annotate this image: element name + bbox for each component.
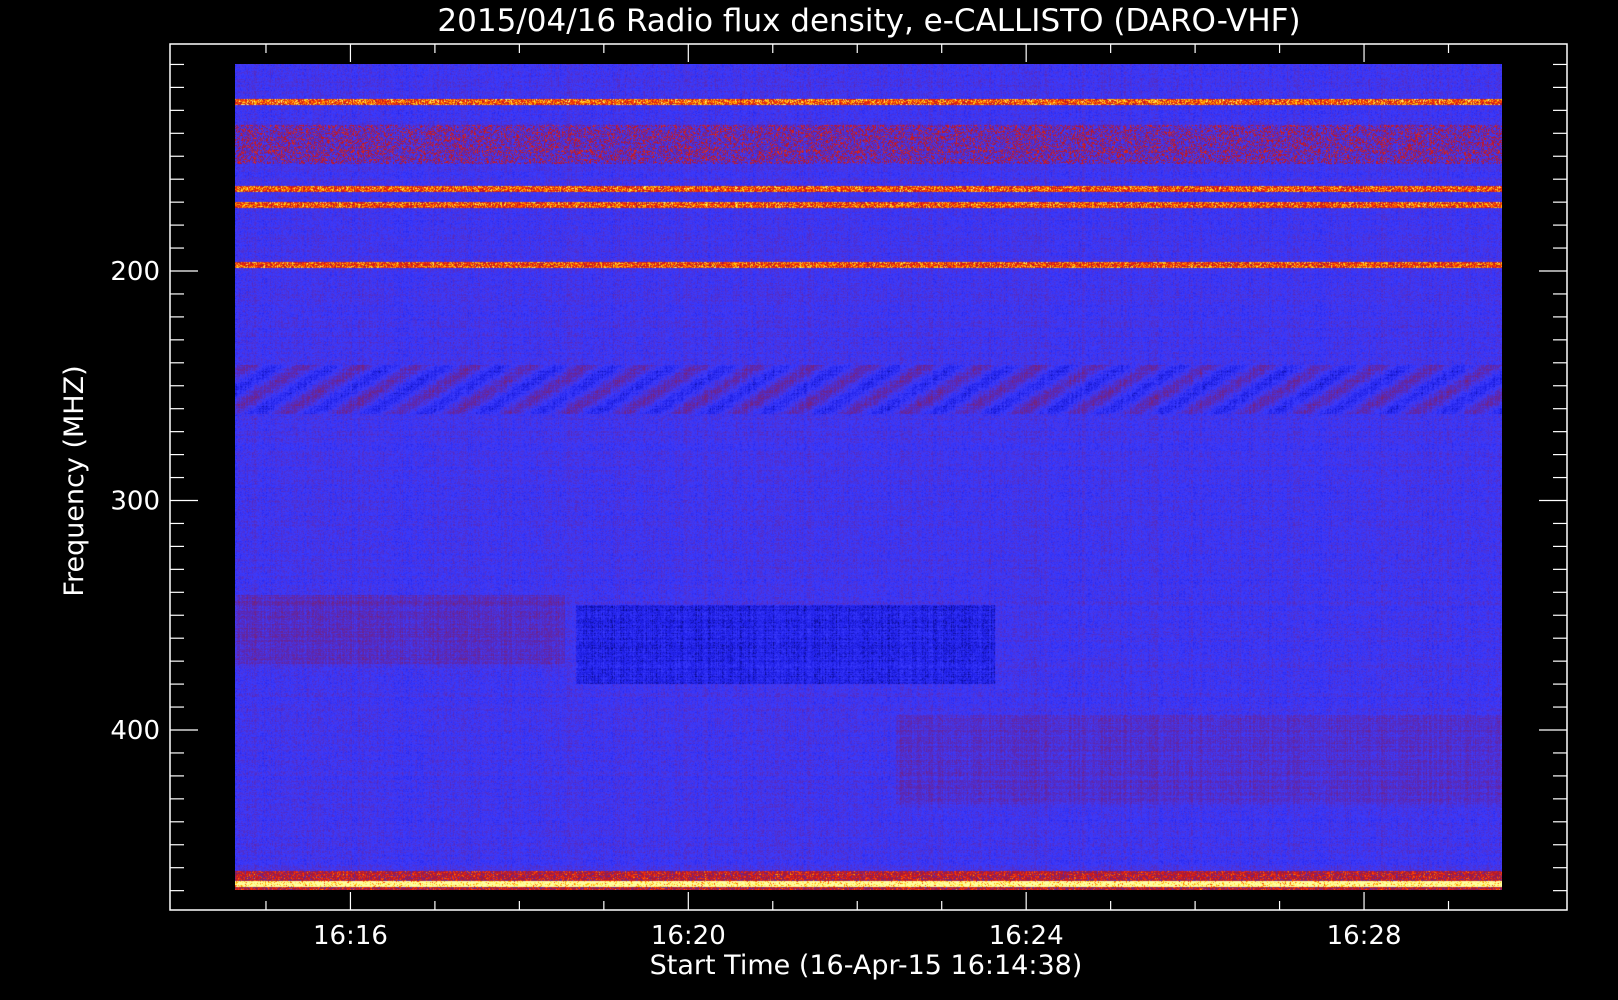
x-tick-label: 16:16 [313,921,388,951]
x-tick-label: 16:28 [1327,921,1402,951]
x-tick-label: 16:24 [989,921,1064,951]
y-tick-labels: 200 300 400 [110,257,160,746]
x-tick-label: 16:20 [651,921,726,951]
x-tick-labels: 16:16 16:20 16:24 16:28 [313,921,1402,951]
y-tick-label: 300 [110,487,160,517]
spectrogram-image [235,64,1502,890]
spectrogram-chart: 2015/04/16 Radio flux density, e-CALLIST… [59,3,1568,981]
y-axis-label: Frequency (MHZ) [59,365,90,596]
chart-title: 2015/04/16 Radio flux density, e-CALLIST… [437,3,1300,39]
x-axis-label: Start Time (16-Apr-15 16:14:38) [650,950,1083,981]
y-tick-label: 400 [110,716,160,746]
y-tick-label: 200 [110,257,160,287]
